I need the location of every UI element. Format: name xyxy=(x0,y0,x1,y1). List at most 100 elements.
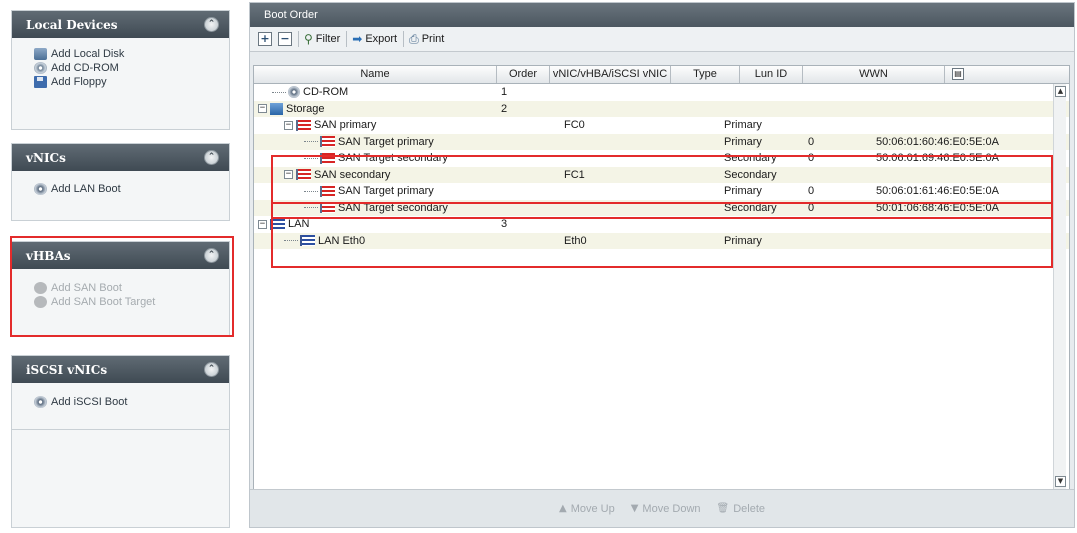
tree-connector xyxy=(272,91,286,93)
san-secondary-highlight-box xyxy=(271,202,1053,268)
san-target-icon xyxy=(320,136,335,147)
print-button[interactable]: ⎙ Print xyxy=(409,32,444,47)
order-cell: 2 xyxy=(501,102,508,115)
column-chooser[interactable]: ▤ xyxy=(945,66,968,83)
vnics-header[interactable]: vNICs ⌃ xyxy=(12,144,229,171)
add-iscsi-boot-link[interactable]: Add iSCSI Boot xyxy=(34,395,229,409)
type-cell: Primary xyxy=(724,135,762,148)
iscsi-vnics-header[interactable]: iSCSI vNICs ⌃ xyxy=(12,356,229,383)
column-header-name[interactable]: Name xyxy=(254,66,497,83)
column-header-wwn[interactable]: WWN xyxy=(803,66,945,83)
row-name: CD-ROM xyxy=(303,86,349,98)
move-up-label: Move Up xyxy=(570,502,615,515)
add-local-disk-label: Add Local Disk xyxy=(51,48,125,60)
collapse-icon[interactable]: ⌃ xyxy=(204,362,219,377)
scroll-up-icon[interactable]: ▲ xyxy=(1055,86,1066,97)
storage-icon xyxy=(270,102,283,115)
order-cell: 1 xyxy=(501,86,508,98)
cd-icon xyxy=(288,86,300,98)
boot-order-toolbar: + − ⚲ Filter ➡ Export ⎙ Print xyxy=(250,27,1074,52)
local-devices-panel: Local Devices ⌃ Add Local Disk Add CD-RO… xyxy=(11,10,230,130)
toolbar-divider xyxy=(298,31,299,47)
toolbar-divider xyxy=(403,31,405,47)
boot-order-table: Name Order vNIC/vHBA/iSCSI vNIC Type Lun… xyxy=(253,65,1070,490)
up-arrow-icon: ▲ xyxy=(558,503,567,514)
printer-icon: ⎙ xyxy=(409,31,419,46)
add-cd-rom-link[interactable]: Add CD-ROM xyxy=(34,61,229,75)
name-cell: − SAN primary xyxy=(284,119,376,131)
add-floppy-link[interactable]: Add Floppy xyxy=(34,75,229,89)
add-iscsi-boot-label: Add iSCSI Boot xyxy=(51,396,128,408)
row-name: Storage xyxy=(286,102,325,115)
scroll-down-icon[interactable]: ▼ xyxy=(1055,476,1066,487)
move-down-button[interactable]: ▼ Move Down xyxy=(631,503,701,515)
boot-order-panel: Boot Order + − ⚲ Filter ➡ Export ⎙ Print… xyxy=(249,2,1075,528)
iscsi-vnics-panel: iSCSI vNICs ⌃ Add iSCSI Boot xyxy=(11,355,230,430)
filter-label: Filter xyxy=(315,33,341,45)
add-lan-boot-link[interactable]: Add LAN Boot xyxy=(34,182,229,196)
add-lan-boot-label: Add LAN Boot xyxy=(51,183,121,195)
move-up-button[interactable]: ▲ Move Up xyxy=(559,503,615,515)
trash-icon: 🗑 xyxy=(716,503,730,514)
boot-order-title: Boot Order xyxy=(264,9,318,21)
vertical-scrollbar[interactable]: ▲ ▼ xyxy=(1053,84,1066,489)
column-header-type[interactable]: Type xyxy=(671,66,740,83)
add-cd-rom-label: Add CD-ROM xyxy=(51,62,119,74)
local-devices-title: Local Devices xyxy=(26,17,118,32)
plus-icon: + xyxy=(258,32,272,46)
vnics-title: vNICs xyxy=(26,150,66,165)
column-menu-icon[interactable]: ▤ xyxy=(952,68,964,80)
delete-label: Delete xyxy=(733,502,765,515)
table-row[interactable]: − SAN primary FC0 Primary xyxy=(254,117,1069,134)
type-cell: Primary xyxy=(724,119,762,131)
export-label: Export xyxy=(365,33,398,45)
row-name: SAN Target primary xyxy=(338,135,434,148)
nic-icon xyxy=(34,396,47,408)
filter-button[interactable]: ⚲ Filter xyxy=(304,32,340,46)
delete-button[interactable]: 🗑 Delete xyxy=(717,503,766,515)
tree-collapse-icon[interactable]: − xyxy=(258,104,267,113)
vnics-panel: vNICs ⌃ Add LAN Boot xyxy=(11,143,230,221)
name-cell: − Storage xyxy=(258,102,325,115)
tree-collapse-icon[interactable]: − xyxy=(258,219,267,229)
column-header-vnic[interactable]: vNIC/vHBA/iSCSI vNIC xyxy=(550,66,671,83)
san-icon xyxy=(296,119,311,131)
wwn-cell: 50:06:01:60:46:E0:5E:0A xyxy=(876,135,999,148)
down-arrow-icon: ▼ xyxy=(630,503,639,514)
name-cell: CD-ROM xyxy=(272,86,348,98)
name-cell: SAN Target primary xyxy=(304,136,434,148)
collapse-all-button[interactable]: − xyxy=(278,32,292,46)
table-row[interactable]: − Storage 2 xyxy=(254,100,1069,117)
floppy-icon xyxy=(34,76,47,88)
print-label: Print xyxy=(421,33,445,45)
tree-connector xyxy=(304,141,318,142)
collapse-icon[interactable]: ⌃ xyxy=(204,150,219,165)
row-name: SAN primary xyxy=(314,119,377,131)
boot-order-footer: ▲ Move Up ▼ Move Down 🗑 Delete xyxy=(250,489,1074,527)
add-local-disk-link[interactable]: Add Local Disk xyxy=(34,47,229,61)
local-devices-header[interactable]: Local Devices ⌃ xyxy=(12,11,229,38)
collapse-icon[interactable]: ⌃ xyxy=(204,17,219,32)
column-header-order[interactable]: Order xyxy=(497,66,550,83)
disk-icon xyxy=(34,48,47,60)
expand-all-button[interactable]: + xyxy=(258,32,272,46)
boot-order-header: Boot Order xyxy=(250,3,1074,27)
table-row[interactable]: SAN Target primary Primary 0 50:06:01:60… xyxy=(254,133,1069,150)
add-floppy-label: Add Floppy xyxy=(51,76,107,88)
filter-icon: ⚲ xyxy=(304,32,313,46)
vnic-cell: FC0 xyxy=(564,119,585,131)
export-arrow-icon: ➡ xyxy=(352,32,363,46)
cd-icon xyxy=(34,62,47,74)
tree-collapse-icon[interactable]: − xyxy=(284,120,293,130)
export-button[interactable]: ➡ Export xyxy=(352,32,397,46)
column-header-lun-id[interactable]: Lun ID xyxy=(740,66,803,83)
minus-icon: − xyxy=(278,32,292,46)
table-header: Name Order vNIC/vHBA/iSCSI vNIC Type Lun… xyxy=(254,66,1069,84)
iscsi-vnics-title: iSCSI vNICs xyxy=(26,362,108,377)
sidebar-filler xyxy=(11,430,230,528)
table-row[interactable]: CD-ROM 1 xyxy=(254,84,1069,101)
nic-icon xyxy=(34,183,47,195)
vhbas-highlight-box xyxy=(10,236,234,337)
boot-device-sidebar: Local Devices ⌃ Add Local Disk Add CD-RO… xyxy=(0,0,245,533)
move-down-label: Move Down xyxy=(642,502,701,515)
